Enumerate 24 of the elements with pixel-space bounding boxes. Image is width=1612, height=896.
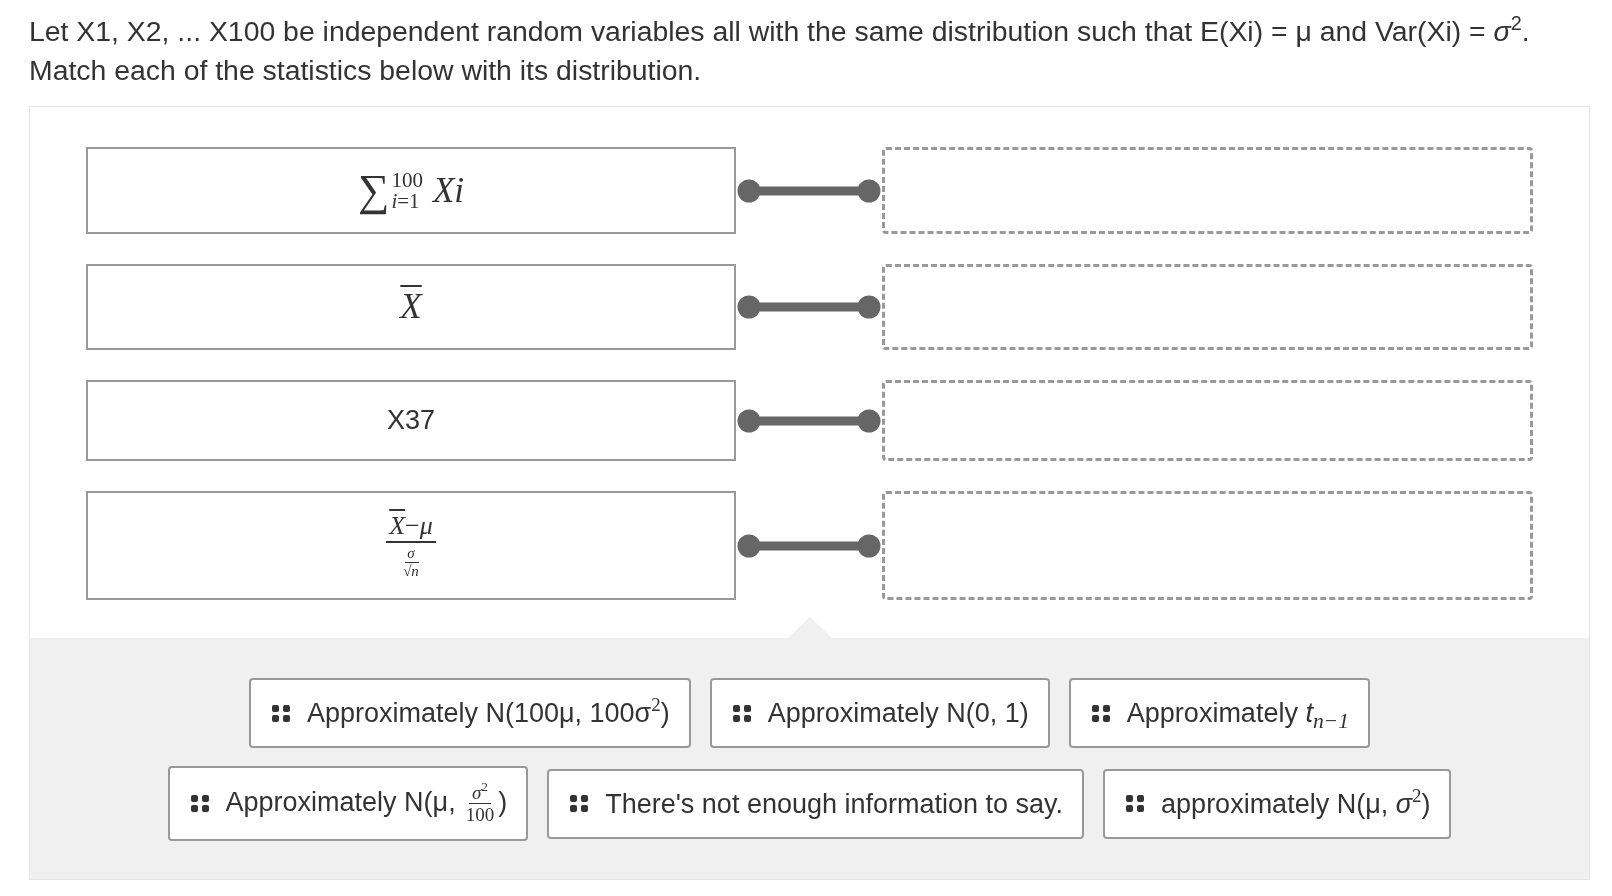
draggable-choice[interactable]: Approximately N(0, 1) <box>709 678 1050 748</box>
connector-icon <box>737 408 881 433</box>
draggable-choice[interactable]: There's not enough information to say. <box>547 768 1085 839</box>
drag-handle-icon <box>1091 704 1110 722</box>
draggable-choice[interactable]: approximately N(μ, σ$^{2}$) <box>1103 768 1452 839</box>
draggable-choice[interactable]: Approximately N(100μ, 100σ$^{2}$) <box>248 678 691 748</box>
math-formula: X <box>400 286 422 328</box>
math-formula: X−μ σ √n <box>386 511 436 580</box>
drop-zone[interactable] <box>882 147 1533 234</box>
statistic-text: X37 <box>386 404 435 437</box>
drag-handle-icon <box>190 795 209 812</box>
connector-icon <box>737 533 881 558</box>
drag-handle-icon <box>1126 795 1145 812</box>
drop-zone[interactable] <box>882 380 1533 461</box>
drag-handle-icon <box>570 795 589 812</box>
drag-handle-icon <box>271 704 290 722</box>
drag-handle-icon <box>732 704 751 722</box>
drop-zone[interactable] <box>882 264 1533 350</box>
instruction-text: Match each of the statistics below with its distribution. <box>29 53 703 88</box>
drop-zone[interactable] <box>882 491 1533 600</box>
draggable-choice[interactable]: Approximately t$_{n−1}$ <box>1068 678 1371 748</box>
connector-icon <box>737 178 881 203</box>
question-text: Let X1, X2, ... X100 be independent random variables all with the same distribution such that E(Xi) = μ and Var(Xi) = σ$^{2}$. <box>29 12 1531 49</box>
connector-icon <box>737 295 881 319</box>
